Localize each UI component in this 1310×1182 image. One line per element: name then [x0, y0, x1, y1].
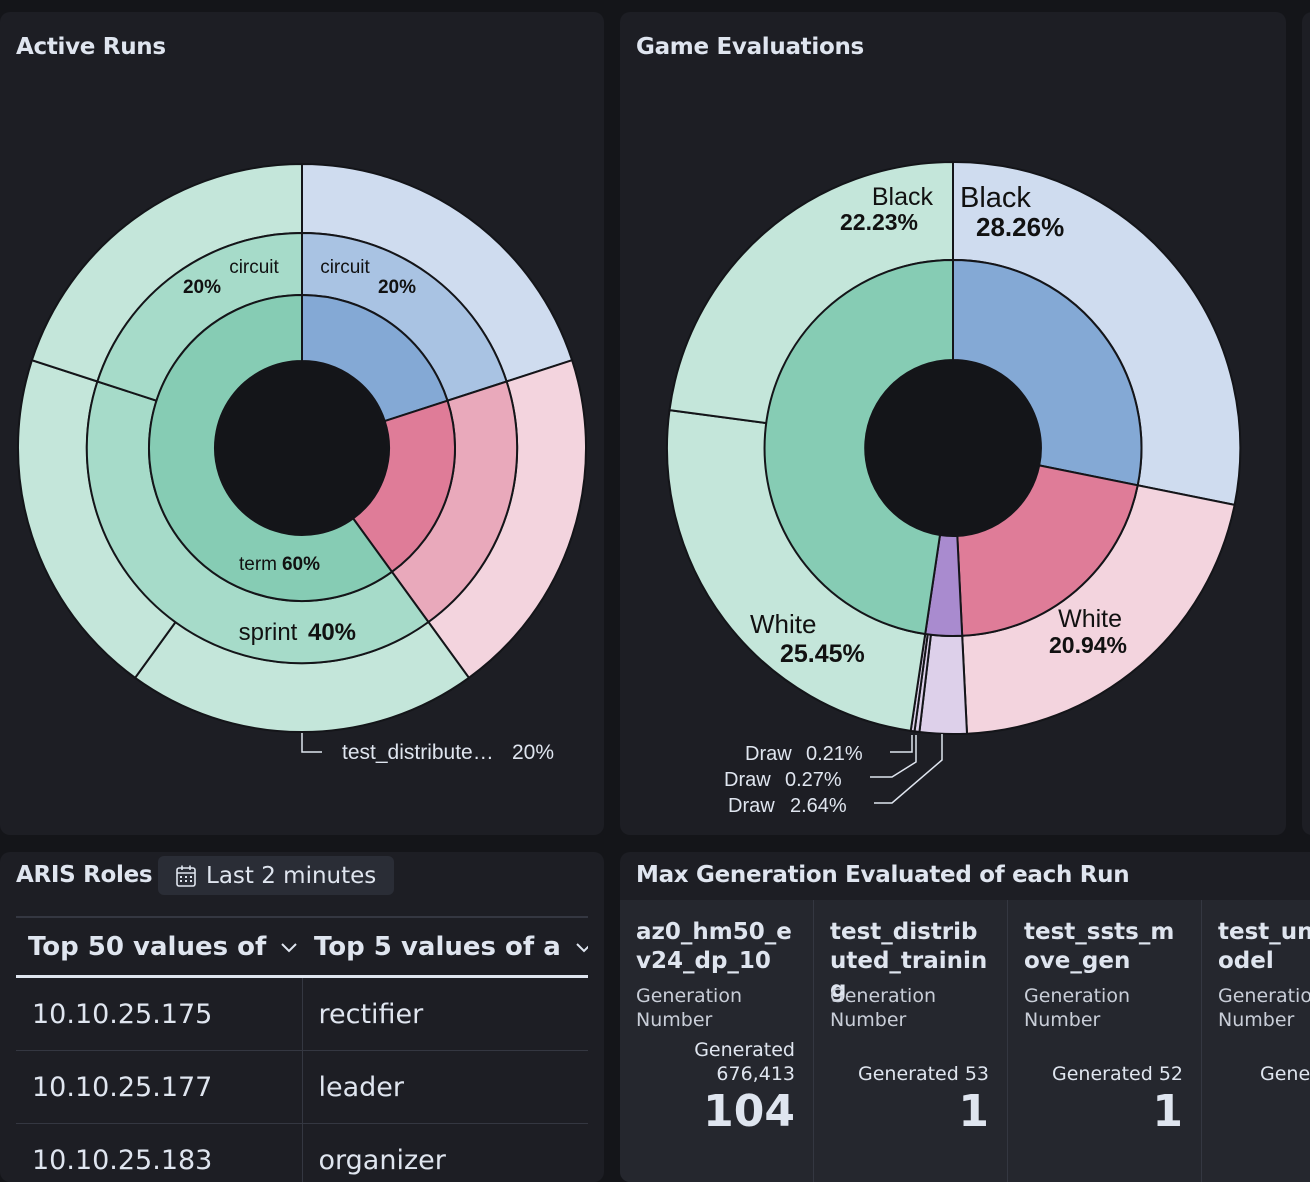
label-draw-1-pct: 0.21% [806, 743, 863, 765]
label-black-left-pct: 22.23% [840, 209, 918, 235]
label-white-right: White [1058, 605, 1122, 633]
metric-generated: Generated 53 [857, 1063, 989, 1085]
column-header-role[interactable]: Top 5 values of a [302, 918, 588, 975]
label-draw-3-pct: 2.64% [790, 795, 847, 817]
active-runs-sunburst[interactable]: circuit 20% circuit 20% term 60% sprint … [0, 12, 604, 835]
label-circuit-right: circuit [320, 257, 370, 278]
label-circuit-right-pct: 20% [378, 277, 416, 298]
metric-value: 1 [958, 1086, 989, 1137]
offscreen-panel-edge [1302, 12, 1310, 835]
cell-ip: 10.10.25.177 [16, 1051, 303, 1123]
metric-value: 104 [703, 1086, 795, 1137]
metric-title: test_unet_model [1218, 919, 1310, 974]
label-draw-1: Draw [745, 743, 792, 765]
panel-title: Game Evaluations [636, 34, 864, 60]
metric-grid: az0_hm50_ev24_dp_10 Generation Number Ge… [620, 900, 1310, 1182]
metric-title: az0_hm50_ev24_dp_10 [636, 919, 792, 974]
metric-card[interactable]: test_unet_model Generation Number Genera… [1202, 900, 1310, 1182]
metric-card[interactable]: test_distributed_training Generation Num… [814, 900, 1008, 1182]
label-draw-2-pct: 0.27% [785, 769, 842, 791]
metric-value: 1 [1152, 1086, 1183, 1137]
cell-ip: 10.10.25.175 [16, 978, 303, 1050]
label-term: term [239, 554, 277, 575]
roles-table: Top 50 values of Top 5 values of a 10.10… [16, 916, 588, 1182]
label-black-left: Black [872, 183, 934, 211]
cell-role: rectifier [318, 998, 424, 1030]
donut-hole [216, 362, 388, 534]
metric-generated: Generated 52 [1051, 1063, 1183, 1085]
column-header-ip[interactable]: Top 50 values of [16, 918, 302, 975]
table-row: 10.10.25.175 rectifier [16, 978, 588, 1051]
label-sprint-pct: 40% [308, 619, 356, 646]
label-test-distributed: test_distribute… [342, 741, 494, 764]
label-black-right: Black [960, 182, 1031, 214]
metric-subtitle: Generation Number [1218, 985, 1310, 1031]
panel-title: ARIS Roles [16, 862, 153, 888]
panel-title: Active Runs [16, 34, 166, 60]
metric-generated: Generated 676,413 [694, 1039, 795, 1085]
label-draw-3: Draw [728, 795, 775, 817]
metric-generated: Generated [1260, 1063, 1310, 1085]
table-row: 10.10.25.177 leader [16, 1051, 588, 1124]
metric-subtitle: Generation Number [1024, 985, 1130, 1031]
metric-card[interactable]: az0_hm50_ev24_dp_10 Generation Number Ge… [620, 900, 814, 1182]
label-sprint: sprint [239, 619, 298, 646]
draw-leader-lines [870, 734, 943, 804]
aris-roles-panel: ARIS Roles Last 2 minutes Top 50 values … [0, 852, 604, 1182]
metric-title: test_ssts_move_gen [1024, 919, 1175, 974]
label-circuit-left-pct: 20% [183, 277, 221, 298]
label-circuit-left: circuit [229, 257, 279, 278]
chevron-down-icon [280, 941, 298, 953]
donut-hole [866, 361, 1040, 535]
cell-ip: 10.10.25.183 [16, 1124, 303, 1182]
leader-line [301, 733, 322, 753]
game-evaluations-panel: Game Evaluations Black 22.23% Black 28.2… [620, 12, 1286, 835]
cell-role: leader [318, 1071, 405, 1103]
game-evaluations-sunburst[interactable]: Black 22.23% Black 28.26% White 25.45% W… [620, 12, 1286, 835]
metric-card[interactable]: test_ssts_move_gen Generation Number Gen… [1008, 900, 1202, 1182]
label-white-left-pct: 25.45% [780, 640, 865, 668]
time-range-label: Last 2 minutes [206, 862, 377, 889]
cell-role: organizer [318, 1144, 446, 1176]
calendar-icon [176, 865, 196, 887]
metric-subtitle: Generation Number [636, 985, 742, 1031]
label-term-pct: 60% [282, 554, 320, 575]
time-range-badge[interactable]: Last 2 minutes [158, 856, 394, 895]
table-header: Top 50 values of Top 5 values of a [16, 916, 588, 978]
label-white-right-pct: 20.94% [1049, 632, 1127, 658]
label-black-right-pct: 28.26% [976, 212, 1064, 242]
active-runs-panel: Active Runs circuit 20% circuit 20% term [0, 12, 604, 835]
max-generation-panel: Max Generation Evaluated of each Run az0… [620, 852, 1310, 1182]
label-draw-2: Draw [724, 769, 771, 791]
chevron-down-icon [575, 941, 588, 953]
label-test-distributed-pct: 20% [512, 741, 554, 764]
metric-subtitle: Generation Number [830, 985, 936, 1031]
panel-title: Max Generation Evaluated of each Run [636, 862, 1130, 888]
label-white-left: White [750, 609, 816, 639]
table-row: 10.10.25.183 organizer [16, 1124, 588, 1182]
